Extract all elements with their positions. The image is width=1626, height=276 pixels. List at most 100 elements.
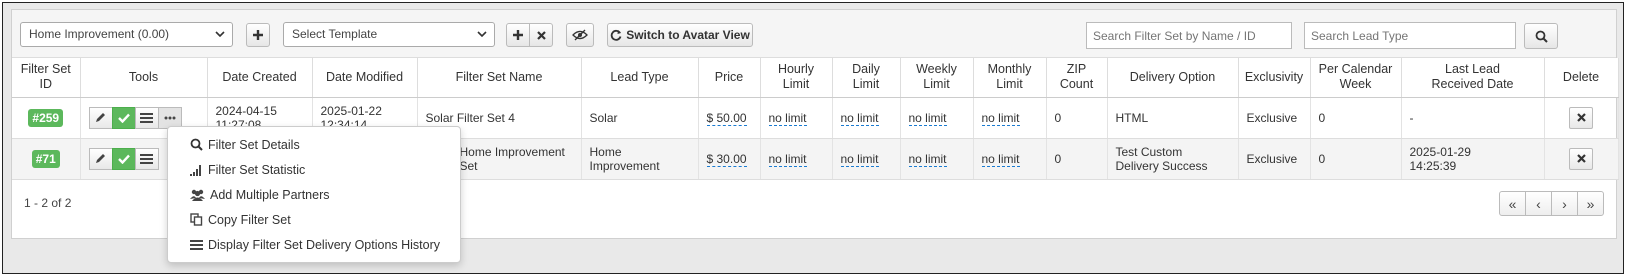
add-campaign-button[interactable] [246,23,270,47]
menu-item-add-multiple-partners[interactable]: Add Multiple Partners [168,182,460,207]
date-text: 2024-04-15 [215,103,277,118]
weekly-limit-cell: no limit [900,97,974,139]
header-text: ID [39,77,53,92]
col-header-zip-count[interactable]: ZIP Count [1046,58,1108,98]
col-header-hourly-limit[interactable]: Hourly Limit [760,58,833,98]
col-header-exclusivity[interactable]: Exclusivity [1238,58,1311,98]
search-lead-type-input[interactable] [1304,22,1516,49]
col-header-daily-limit[interactable]: Daily Limit [832,58,901,98]
delete-button[interactable] [1569,106,1593,129]
add-template-button[interactable] [506,23,530,47]
col-header-weekly-limit[interactable]: Weekly Limit [900,58,974,98]
col-header-name[interactable]: Filter Set Name [417,58,582,98]
col-header-date-created[interactable]: Date Created [207,58,313,98]
col-header-last-lead[interactable]: Last Lead Received Date [1401,58,1545,98]
header-text: Limit [996,77,1023,92]
daily-limit-editable[interactable]: no limit [840,110,879,126]
menu-item-label: Display Filter Set Delivery Options Hist… [208,237,441,252]
edit-button[interactable] [88,147,113,170]
template-select[interactable]: Select Template [283,22,495,47]
close-icon [536,30,546,40]
table-header-row: Filter Set ID Tools Date Created Date Mod… [12,58,1619,98]
col-header-price[interactable]: Price [698,58,761,98]
id-cell: #259 [12,97,81,139]
search-button[interactable] [1524,23,1558,49]
col-header-date-modified[interactable]: Date Modified [312,58,418,98]
header-text: Limit [782,77,810,92]
previous-page-button[interactable]: ‹ [1525,191,1552,216]
header-text: ZIP [1066,62,1087,77]
header-text: Daily [852,62,880,77]
per-calendar-week-cell: 0 [1310,138,1402,180]
hourly-limit-editable[interactable]: no limit [768,110,807,126]
price-editable[interactable]: $ 50.00 [706,110,747,126]
delivery-text: Delivery Success [1115,158,1208,173]
date-text: 2025-01-22 [320,103,382,118]
col-header-delivery-option[interactable]: Delivery Option [1107,58,1239,98]
search-filter-set-input[interactable] [1086,22,1292,49]
zip-count-cell: 0 [1046,97,1108,139]
filter-set-id-badge[interactable]: #259 [28,108,64,127]
template-select-placeholder: Select Template [292,27,378,41]
last-lead-cell: - [1401,97,1545,139]
chevron-down-icon [477,31,487,37]
chevron-down-icon [215,31,225,37]
menu-item-filter-set-statistic[interactable]: Filter Set Statistic [168,157,460,182]
price-editable[interactable]: $ 30.00 [706,151,747,167]
col-header-lead-type[interactable]: Lead Type [581,58,699,98]
last-page-button[interactable]: » [1577,191,1604,216]
delete-cell [1544,97,1619,139]
list-icon [140,112,153,123]
chevron-left-icon: ‹ [1536,195,1541,212]
col-header-id[interactable]: Filter Set ID [12,58,81,98]
filter-set-id-badge[interactable]: #71 [31,149,60,168]
col-header-monthly-limit[interactable]: Monthly Limit [973,58,1047,98]
first-page-button[interactable]: « [1499,191,1526,216]
remove-template-button[interactable] [529,23,553,47]
monthly-limit-editable[interactable]: no limit [981,110,1020,126]
exclusivity-cell: Exclusive [1238,97,1311,139]
list-button[interactable] [134,147,159,170]
pencil-icon [96,154,105,163]
header-text: Hourly [777,62,815,77]
menu-item-delivery-options-history[interactable]: Display Filter Set Delivery Options Hist… [168,232,460,257]
header-text: Received Date [1431,77,1514,92]
monthly-limit-editable[interactable]: no limit [981,151,1020,167]
weekly-limit-editable[interactable]: no limit [908,110,947,126]
activate-button[interactable] [111,147,136,170]
menu-item-copy-filter-set[interactable]: Copy Filter Set [168,207,460,232]
delivery-option-cell: HTML [1107,97,1239,139]
delete-button[interactable] [1569,147,1593,170]
daily-limit-editable[interactable]: no limit [840,151,879,167]
header-text: Limit [923,77,950,92]
edit-button[interactable] [88,106,113,129]
weekly-limit-editable[interactable]: no limit [908,151,947,167]
date-text: 2025-01-29 [1409,144,1471,159]
activate-button[interactable] [111,106,136,129]
campaign-select[interactable]: Home Improvement (0.00) [20,22,233,47]
time-text: 14:25:39 [1409,158,1457,173]
weekly-limit-cell: no limit [900,138,974,180]
price-cell: $ 30.00 [698,138,761,180]
header-text: Week [1339,77,1372,92]
toggle-visibility-button[interactable] [566,23,594,47]
plus-icon [513,30,523,40]
chevron-right-icon: › [1562,195,1567,212]
price-cell: $ 50.00 [698,97,761,139]
next-page-button[interactable]: › [1551,191,1578,216]
delete-cell [1544,138,1619,180]
monthly-limit-cell: no limit [973,138,1047,180]
menu-item-filter-set-details[interactable]: Filter Set Details [168,132,460,157]
search-icon [1535,30,1548,43]
header-text: Limit [852,77,880,92]
switch-avatar-view-label: Switch to Avatar View [626,28,750,42]
bar-chart-icon [190,164,201,176]
per-calendar-week-cell: 0 [1310,97,1402,139]
hourly-limit-editable[interactable]: no limit [768,151,807,167]
pagination-summary: 1 - 2 of 2 [24,196,72,210]
list-button[interactable] [134,106,159,129]
col-header-per-calendar-week[interactable]: Per Calendar Week [1310,58,1402,98]
lead-type-cell: Home Improvement [581,138,699,180]
switch-avatar-view-button[interactable]: Switch to Avatar View [607,23,753,47]
lead-type-text: Improvement [589,158,660,173]
